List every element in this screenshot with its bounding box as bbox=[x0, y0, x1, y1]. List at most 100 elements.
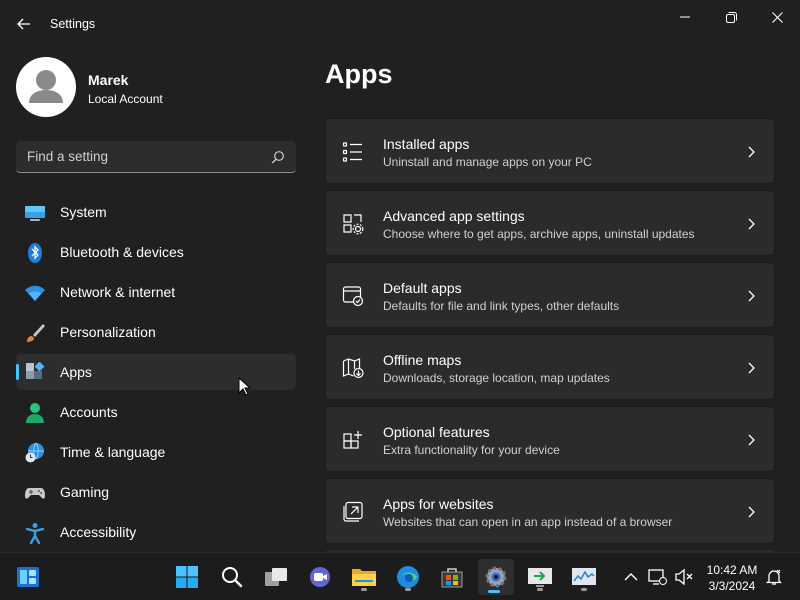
teams-button[interactable] bbox=[304, 561, 336, 593]
card-description: Downloads, storage location, map updates bbox=[383, 371, 610, 385]
running-indicator bbox=[405, 588, 411, 591]
user-name: Marek bbox=[88, 72, 129, 88]
search-placeholder: Find a setting bbox=[27, 149, 109, 164]
taskbar: 10:42 AM 3/3/2024 bbox=[0, 552, 800, 600]
card-optional-features[interactable]: Optional features Extra functionality fo… bbox=[325, 406, 775, 472]
start-button[interactable] bbox=[171, 561, 203, 593]
card-installed-apps[interactable]: Installed apps Uninstall and manage apps… bbox=[325, 118, 775, 184]
volume-muted-icon bbox=[675, 568, 693, 586]
card-description: Websites that can open in an app instead… bbox=[383, 515, 673, 529]
settings-cards: Installed apps Uninstall and manage apps… bbox=[325, 118, 775, 560]
minimize-icon bbox=[680, 16, 690, 18]
add-features-icon bbox=[343, 431, 362, 449]
brush-icon bbox=[27, 324, 45, 342]
remote-desktop-icon bbox=[528, 568, 552, 587]
notification-icon bbox=[765, 569, 783, 585]
taskbar-clock[interactable]: 10:42 AM 3/3/2024 bbox=[700, 562, 764, 594]
open-in-app-icon bbox=[343, 501, 363, 522]
restore-button[interactable] bbox=[708, 4, 754, 30]
sidebar-item-system[interactable]: System bbox=[16, 194, 296, 230]
sidebar-item-label: Accounts bbox=[60, 404, 118, 420]
user-profile[interactable]: Marek Local Account bbox=[16, 57, 296, 117]
sidebar-item-accounts[interactable]: Accounts bbox=[16, 394, 296, 430]
list-icon bbox=[342, 142, 362, 162]
sidebar-item-label: Apps bbox=[60, 364, 92, 380]
network-icon bbox=[648, 569, 667, 585]
minimize-button[interactable] bbox=[662, 4, 708, 30]
default-apps-icon bbox=[342, 286, 364, 307]
task-manager-button[interactable] bbox=[568, 561, 600, 593]
sidebar-item-label: Bluetooth & devices bbox=[60, 244, 184, 260]
store-button[interactable] bbox=[436, 561, 468, 593]
mouse-cursor-icon bbox=[238, 377, 252, 396]
sidebar-item-apps[interactable]: Apps bbox=[16, 354, 296, 390]
sidebar-item-personalization[interactable]: Personalization bbox=[16, 314, 296, 350]
back-button[interactable] bbox=[10, 12, 38, 36]
sidebar-item-accessibility[interactable]: Accessibility bbox=[16, 514, 296, 550]
search-input[interactable]: Find a setting bbox=[16, 141, 296, 173]
clock-time: 10:42 AM bbox=[706, 563, 758, 577]
file-explorer-icon bbox=[352, 569, 376, 586]
edge-icon bbox=[397, 566, 419, 588]
start-icon bbox=[176, 566, 198, 588]
clock-date: 3/3/2024 bbox=[708, 579, 756, 593]
bluetooth-icon bbox=[28, 243, 42, 263]
sidebar-item-label: Accessibility bbox=[60, 524, 137, 540]
controller-icon bbox=[25, 488, 45, 499]
chevron-right-icon bbox=[748, 362, 755, 374]
card-description: Uninstall and manage apps on your PC bbox=[383, 155, 592, 169]
accessibility-icon bbox=[25, 523, 45, 544]
network-tray-button[interactable] bbox=[648, 567, 668, 587]
sidebar-item-time-language[interactable]: Time & language bbox=[16, 434, 296, 470]
card-description: Choose where to get apps, archive apps, … bbox=[383, 227, 695, 241]
taskbar-search-button[interactable] bbox=[216, 561, 248, 593]
card-advanced-app-settings[interactable]: Advanced app settings Choose where to ge… bbox=[325, 190, 775, 256]
person-avatar-icon bbox=[29, 70, 63, 103]
map-download-icon bbox=[342, 358, 364, 379]
avatar bbox=[16, 57, 76, 117]
task-view-icon bbox=[265, 568, 287, 586]
card-title: Default apps bbox=[383, 280, 462, 296]
settings-button[interactable] bbox=[478, 559, 514, 595]
card-title: Optional features bbox=[383, 424, 490, 440]
window-title: Settings bbox=[50, 17, 96, 31]
running-indicator bbox=[361, 588, 367, 591]
sidebar-nav: System Bluetooth & devices Network & int… bbox=[16, 194, 296, 554]
task-view-button[interactable] bbox=[260, 561, 292, 593]
card-title: Installed apps bbox=[383, 136, 470, 152]
volume-tray-button[interactable] bbox=[674, 567, 694, 587]
active-indicator bbox=[488, 590, 500, 593]
sidebar-item-label: Gaming bbox=[60, 484, 110, 500]
restore-icon bbox=[725, 11, 737, 23]
edge-button[interactable] bbox=[392, 561, 424, 593]
person-icon bbox=[26, 403, 44, 423]
close-button[interactable] bbox=[754, 4, 800, 30]
sidebar-item-label: System bbox=[60, 204, 107, 220]
file-explorer-button[interactable] bbox=[348, 561, 380, 593]
sidebar-item-label: Personalization bbox=[60, 324, 156, 340]
globe-clock-icon bbox=[25, 442, 44, 463]
chevron-right-icon bbox=[748, 290, 755, 302]
show-hidden-icons-button[interactable] bbox=[621, 567, 641, 587]
widgets-button[interactable] bbox=[12, 561, 44, 593]
sidebar-item-bluetooth[interactable]: Bluetooth & devices bbox=[16, 234, 296, 270]
sidebar-item-network[interactable]: Network & internet bbox=[16, 274, 296, 310]
card-apps-for-websites[interactable]: Apps for websites Websites that can open… bbox=[325, 478, 775, 544]
notification-button[interactable] bbox=[764, 567, 784, 587]
running-indicator bbox=[537, 588, 543, 591]
remote-desktop-button[interactable] bbox=[524, 561, 556, 593]
account-type: Local Account bbox=[88, 92, 163, 106]
close-icon bbox=[771, 11, 783, 23]
store-icon bbox=[441, 568, 463, 588]
card-offline-maps[interactable]: Offline maps Downloads, storage location… bbox=[325, 334, 775, 400]
monitor-icon bbox=[25, 206, 45, 221]
search-icon bbox=[271, 151, 284, 164]
sidebar-item-label: Time & language bbox=[60, 444, 166, 460]
card-default-apps[interactable]: Default apps Defaults for file and link … bbox=[325, 262, 775, 328]
card-title: Advanced app settings bbox=[383, 208, 525, 224]
widgets-icon bbox=[17, 567, 39, 587]
task-manager-icon bbox=[572, 568, 596, 585]
card-title: Apps for websites bbox=[383, 496, 494, 512]
sidebar-item-label: Network & internet bbox=[60, 284, 176, 300]
sidebar-item-gaming[interactable]: Gaming bbox=[16, 474, 296, 510]
